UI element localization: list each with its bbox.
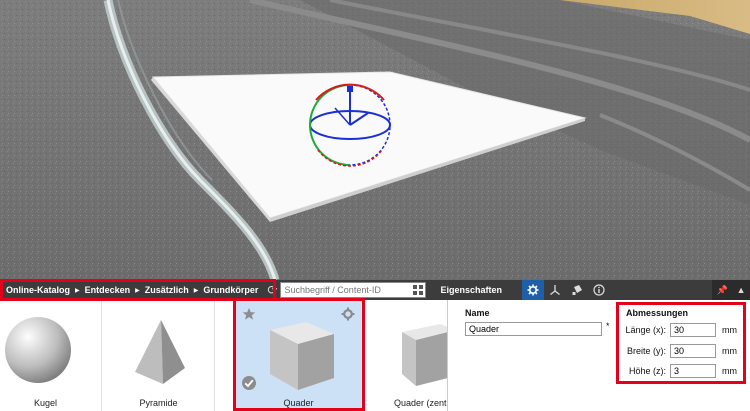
breadcrumb-separator-icon: ▶ xyxy=(75,287,80,294)
favorite-star-icon[interactable] xyxy=(242,307,256,321)
gear-icon xyxy=(527,284,539,296)
sphere-thumbnail xyxy=(5,317,71,383)
dimensions-title: Abmessungen xyxy=(626,308,689,318)
cube-thumbnail xyxy=(270,322,334,390)
catalog-toolbar: Online-Katalog ▶ Entdecken ▶ Zusätzlich … xyxy=(0,280,750,300)
info-icon xyxy=(593,284,606,296)
catalog-item-kugel[interactable]: Kugel xyxy=(0,300,102,411)
catalog-item-label: Quader xyxy=(283,398,314,408)
dimension-row-width: Breite (y): mm xyxy=(598,343,748,359)
grid-view-icon[interactable] xyxy=(410,282,426,298)
name-label: Name xyxy=(465,308,490,318)
tab-settings[interactable] xyxy=(522,280,545,300)
catalog-item-label: Kugel xyxy=(33,398,58,408)
panel-controls: 📌 ▲ xyxy=(712,280,750,300)
axes-icon xyxy=(550,285,561,296)
3d-viewport[interactable] xyxy=(0,0,750,280)
height-input[interactable] xyxy=(670,364,716,378)
breadcrumb-item-grundkoerper[interactable]: Grundkörper xyxy=(201,285,260,295)
catalog-item-quader[interactable]: Quader xyxy=(236,300,362,411)
length-label: Länge (x): xyxy=(625,325,666,335)
tab-transform[interactable] xyxy=(544,280,566,300)
cube-centered-thumbnail xyxy=(402,324,447,386)
properties-title: Eigenschaften xyxy=(440,285,502,295)
breadcrumb: Online-Katalog ▶ Entdecken ▶ Zusätzlich … xyxy=(0,280,264,300)
dimension-row-height: Höhe (z): mm xyxy=(598,363,748,379)
pin-icon[interactable]: 📌 xyxy=(716,285,727,296)
catalog-item-label: Quader (zentr xyxy=(394,398,447,408)
length-input[interactable] xyxy=(670,323,716,337)
refresh-icon[interactable]: ⟳ xyxy=(264,280,280,300)
height-unit: mm xyxy=(722,366,737,376)
breadcrumb-separator-icon: ▶ xyxy=(135,287,140,294)
length-unit: mm xyxy=(722,325,737,335)
breadcrumb-item-entdecken[interactable]: Entdecken xyxy=(83,285,133,295)
breadcrumb-separator-icon: ▶ xyxy=(193,287,199,294)
properties-panel: Name * Abmessungen Länge (x): mm Breite … xyxy=(447,300,750,411)
breadcrumb-item-zusaetzlich[interactable]: Zusätzlich xyxy=(143,285,191,295)
paint-icon xyxy=(572,285,583,295)
search-input[interactable] xyxy=(284,285,423,295)
tab-material[interactable] xyxy=(566,280,588,300)
height-label: Höhe (z): xyxy=(628,366,666,376)
expand-icon[interactable]: ▲ xyxy=(737,285,746,295)
catalog-item-pyramide[interactable]: Pyramide xyxy=(103,300,215,411)
width-unit: mm xyxy=(722,346,737,356)
catalog-grid: Kugel Pyramide Quader Quader (zentr xyxy=(0,300,447,411)
breadcrumb-item-online-katalog[interactable]: Online-Katalog xyxy=(4,285,72,295)
pyramid-thumbnail xyxy=(135,320,185,384)
settings-gear-icon[interactable] xyxy=(341,307,355,321)
checkmark-icon xyxy=(242,376,256,390)
catalog-item-label: Pyramide xyxy=(139,398,178,408)
dimension-row-length: Länge (x): mm xyxy=(598,322,748,338)
scene xyxy=(0,0,750,280)
tab-info[interactable] xyxy=(588,280,610,300)
name-input[interactable] xyxy=(465,322,602,336)
width-input[interactable] xyxy=(670,344,716,358)
width-label: Breite (y): xyxy=(626,346,666,356)
catalog-item-quader-zentriert[interactable]: Quader (zentr xyxy=(374,300,447,411)
search-box[interactable] xyxy=(280,282,427,298)
